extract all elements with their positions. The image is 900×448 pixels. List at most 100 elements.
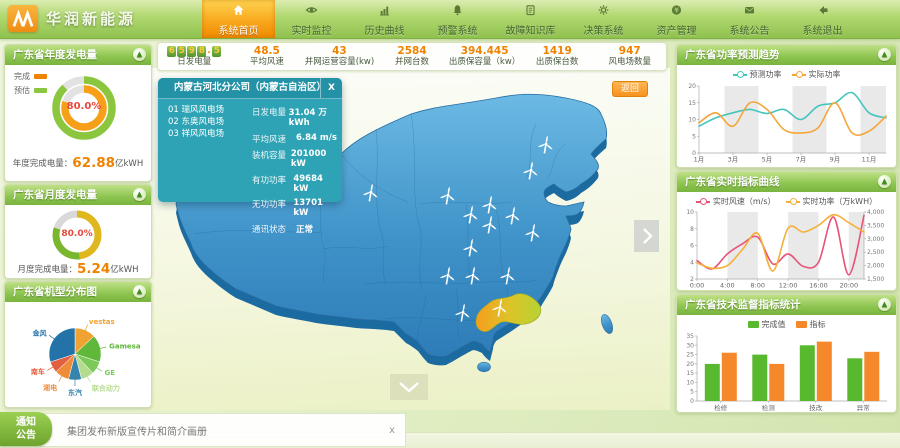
svg-text:5: 5 xyxy=(692,133,696,140)
monthly-unit: 亿kWH xyxy=(110,265,138,275)
stat-1: 48.5平均风速 xyxy=(231,46,304,68)
collapse-arrow-icon[interactable]: ▲ xyxy=(878,48,891,61)
panel-model-distribution: 广东省机型分布图 ▲ vestasGamesaGE联合动力东汽湘电南车金风 xyxy=(4,281,152,408)
svg-text:12:00: 12:00 xyxy=(779,282,798,290)
supervision-bar-chart: 05101520253035检修检测技改异常 xyxy=(677,332,896,418)
realtime-legend: 实时风速（m/s）实时功率（万kWH） xyxy=(677,194,896,209)
notice-badge: 通知公告 xyxy=(0,412,52,446)
stat-label: 并网运营容量(kw) xyxy=(305,58,375,67)
stat-value: 947 xyxy=(619,46,641,58)
legend-item: 实时功率（万kWH） xyxy=(786,196,878,207)
panel-title: 广东省月度发电量 xyxy=(13,189,97,201)
panel-realtime-index: 广东省实时指标曲线 ▲ 实时风速（m/s）实时功率（万kWH） 2468101,… xyxy=(676,171,897,291)
daily-generation-counter: 6598.5 xyxy=(167,46,221,57)
nav-item-exit[interactable]: 系统退出 xyxy=(786,0,859,38)
svg-text:4,000: 4,000 xyxy=(867,209,884,216)
stat-label: 并网台数 xyxy=(395,58,429,67)
money-icon: ¥ xyxy=(670,1,683,20)
svg-text:检修: 检修 xyxy=(714,403,728,412)
svg-text:南车: 南车 xyxy=(31,367,45,376)
stat-4: 394.445出质保容量（kw） xyxy=(448,46,521,68)
svg-text:2,500: 2,500 xyxy=(867,249,884,256)
stat-6: 947风电场数量 xyxy=(593,46,666,68)
collapse-arrow-icon[interactable]: ▲ xyxy=(878,298,891,311)
nav-item-home[interactable]: 系统首页 xyxy=(202,0,275,38)
tooltip-title: 内蒙古河北分公司（内蒙古自治区） X xyxy=(158,78,342,99)
tooltip-row: 平均风速6.84 m/s xyxy=(252,133,338,145)
nav-menu: 系统首页实时监控 历史曲线预警系统 故障知识库 决策系统 ¥资产管理系统公告系统退出 xyxy=(202,0,859,38)
stat-0: 6598.5日发电量 xyxy=(158,46,231,67)
nav-item-knowledge[interactable]: 故障知识库 xyxy=(494,0,567,38)
tooltip-row: 通讯状态正常 xyxy=(252,223,338,235)
nav-item-label: 预警系统 xyxy=(438,22,478,37)
map-tooltip: 内蒙古河北分公司（内蒙古自治区） X 01 瑞风风电场02 东奥风电场03 祥风… xyxy=(158,78,342,202)
svg-text:4: 4 xyxy=(690,259,694,266)
nav-item-notice[interactable]: 系统公告 xyxy=(713,0,786,38)
svg-text:3,000: 3,000 xyxy=(867,236,884,243)
panel-title: 广东省功率预测趋势 xyxy=(685,49,780,61)
stat-value: 43 xyxy=(332,46,347,58)
back-button[interactable]: 返回 xyxy=(612,81,648,97)
tooltip-stats: 日发电量31.04 万kWh平均风速6.84 m/s装机容量201000 kW有… xyxy=(252,106,338,240)
nav-item-history[interactable]: 历史曲线 xyxy=(348,0,421,38)
collapse-arrow-icon[interactable]: ▲ xyxy=(133,188,146,201)
monthly-value: 5.24 xyxy=(77,261,110,277)
nav-item-alert[interactable]: 预警系统 xyxy=(421,0,494,38)
annual-legend: 完成预估 xyxy=(14,71,47,99)
logo-turbine-icon xyxy=(8,5,38,32)
nav-item-label: 实时监控 xyxy=(292,22,332,37)
stat-value: 2584 xyxy=(397,46,426,58)
svg-text:¥: ¥ xyxy=(674,6,679,14)
nav-item-decision[interactable]: 决策系统 xyxy=(567,0,640,38)
tooltip-close-icon[interactable]: X xyxy=(320,78,335,98)
stat-value: 48.5 xyxy=(254,46,280,58)
svg-text:15: 15 xyxy=(686,370,694,377)
logo-text: 华润新能源 xyxy=(46,8,136,29)
nav-item-label: 决策系统 xyxy=(584,22,624,37)
models-pie-chart: vestasGamesaGE联合动力东汽湘电南车金风 xyxy=(5,302,151,405)
svg-text:6: 6 xyxy=(690,243,694,250)
stat-value: 1419 xyxy=(543,46,572,58)
nav-item-monitor[interactable]: 实时监控 xyxy=(275,0,348,38)
nav-item-label: 故障知识库 xyxy=(506,22,556,37)
legend-item: 预估 xyxy=(14,85,47,96)
legend-item: 实际功率 xyxy=(792,69,841,80)
mail-icon xyxy=(743,1,756,20)
home-icon xyxy=(232,1,245,20)
forecast-line-chart: 051015201月3月5月7月9月11月 xyxy=(677,82,896,170)
tooltip-farm-list: 01 瑞风风电场02 东奥风电场03 祥风风电场 xyxy=(168,104,248,140)
carousel-down-arrow-icon[interactable] xyxy=(390,374,428,400)
svg-text:3,500: 3,500 xyxy=(867,222,884,229)
nav-item-asset[interactable]: ¥资产管理 xyxy=(640,0,713,38)
supervision-legend: 完成值指标 xyxy=(677,317,896,332)
svg-text:10: 10 xyxy=(686,209,694,216)
stat-3: 2584并网台数 xyxy=(376,46,449,68)
svg-text:16:00: 16:00 xyxy=(809,282,828,290)
svg-text:联合动力: 联合动力 xyxy=(92,384,120,393)
svg-text:15: 15 xyxy=(688,100,696,107)
panel-title: 广东省实时指标曲线 xyxy=(685,176,780,188)
svg-text:技改: 技改 xyxy=(809,403,823,412)
stat-label: 平均风速 xyxy=(250,58,284,67)
panel-title: 广东省机型分布图 xyxy=(13,286,97,298)
svg-text:东汽: 东汽 xyxy=(68,388,82,397)
svg-text:30: 30 xyxy=(686,342,694,349)
book-icon xyxy=(524,1,537,20)
stats-bar: 6598.5日发电量48.5平均风速43并网运营容量(kw)2584并网台数39… xyxy=(157,42,667,71)
tooltip-row: 无功功率13701 kW xyxy=(252,198,338,218)
carousel-next-arrow-icon[interactable] xyxy=(634,220,659,252)
annual-unit: 亿kWH xyxy=(115,159,143,169)
panel-power-forecast: 广东省功率预测趋势 ▲ 预测功率实际功率 051015201月3月5月7月9月1… xyxy=(676,44,897,168)
collapse-arrow-icon[interactable]: ▲ xyxy=(878,175,891,188)
collapse-arrow-icon[interactable]: ▲ xyxy=(133,48,146,61)
panel-monthly-generation: 广东省月度发电量 ▲ 80.0% 月度完成电量：5.24亿kWH xyxy=(4,184,152,279)
realtime-line-chart: 2468101,5002,0002,5003,0003,5004,0000:00… xyxy=(677,209,896,295)
svg-text:1月: 1月 xyxy=(694,156,705,164)
svg-text:1,500: 1,500 xyxy=(867,276,884,283)
notice-text: 集团发布新版宣传片和简介画册 xyxy=(67,423,207,438)
legend-item: 预测功率 xyxy=(733,69,782,80)
annual-value: 62.88 xyxy=(72,155,115,171)
notice-close-icon[interactable]: x xyxy=(389,425,395,436)
collapse-arrow-icon[interactable]: ▲ xyxy=(133,285,146,298)
svg-text:11月: 11月 xyxy=(862,156,877,164)
